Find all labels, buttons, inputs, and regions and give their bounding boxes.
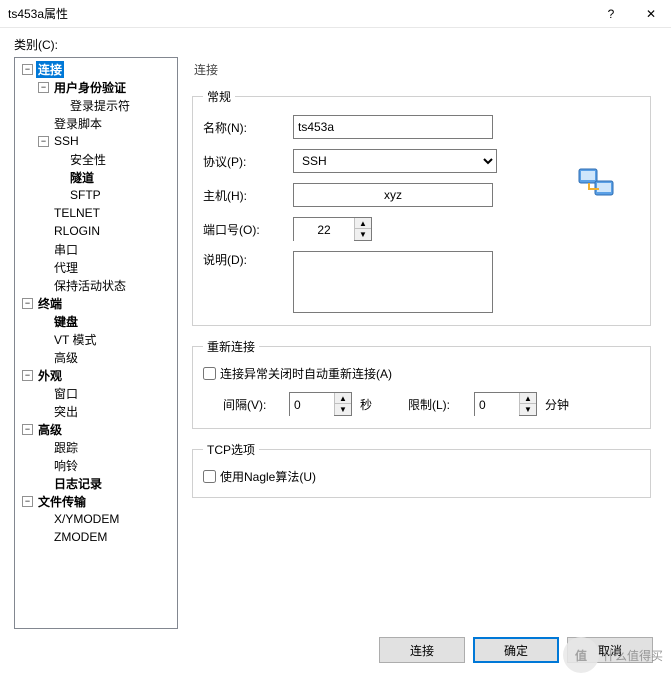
port-input[interactable] bbox=[294, 218, 354, 242]
limit-label: 限制(L): bbox=[408, 396, 466, 413]
host-label: 主机(H): bbox=[203, 187, 293, 204]
interval-spinner[interactable]: ▲▼ bbox=[289, 392, 352, 416]
desc-label: 说明(D): bbox=[203, 251, 293, 268]
tree-item-zmodem[interactable]: ZMODEM bbox=[52, 530, 109, 544]
cancel-button[interactable]: 取消 bbox=[567, 637, 653, 663]
name-label: 名称(N): bbox=[203, 119, 293, 136]
expander-icon[interactable]: − bbox=[38, 82, 49, 93]
tree-item-keyboard[interactable]: 键盘 bbox=[52, 313, 80, 330]
close-button[interactable]: ✕ bbox=[631, 0, 671, 28]
spin-up-icon[interactable]: ▲ bbox=[335, 393, 351, 404]
tree-item-highlight[interactable]: 突出 bbox=[52, 403, 80, 420]
limit-unit: 分钟 bbox=[545, 396, 569, 413]
spin-up-icon[interactable]: ▲ bbox=[520, 393, 536, 404]
tree-item-sftp[interactable]: SFTP bbox=[68, 188, 103, 202]
nagle-checkbox[interactable] bbox=[203, 470, 216, 483]
desc-textarea[interactable] bbox=[293, 251, 493, 313]
protocol-select[interactable]: SSH bbox=[293, 149, 497, 173]
ok-button[interactable]: 确定 bbox=[473, 637, 559, 663]
tree-item-trace[interactable]: 跟踪 bbox=[52, 439, 80, 456]
tree-item-appearance[interactable]: 外观 bbox=[36, 367, 64, 384]
tree-item-advanced-term[interactable]: 高级 bbox=[52, 349, 80, 366]
interval-unit: 秒 bbox=[360, 396, 372, 413]
tree-item-advanced[interactable]: 高级 bbox=[36, 421, 64, 438]
panel-title: 连接 bbox=[186, 57, 657, 88]
tree-item-window[interactable]: 窗口 bbox=[52, 385, 80, 402]
expander-icon[interactable]: − bbox=[22, 424, 33, 435]
general-legend: 常规 bbox=[203, 88, 235, 105]
expander-icon[interactable]: − bbox=[22, 298, 33, 309]
tree-item-rlogin[interactable]: RLOGIN bbox=[52, 224, 102, 238]
window-title: ts453a属性 bbox=[8, 5, 591, 22]
tree-item-userauth[interactable]: 用户身份验证 bbox=[52, 79, 128, 96]
tree-item-loginscript[interactable]: 登录脚本 bbox=[52, 115, 104, 132]
tree-item-keepalive[interactable]: 保持活动状态 bbox=[52, 277, 128, 294]
reconnect-group: 重新连接 连接异常关闭时自动重新连接(A) 间隔(V): ▲▼ 秒 限制(L): bbox=[192, 338, 651, 429]
network-icon bbox=[577, 167, 617, 206]
tree-item-loginprompt[interactable]: 登录提示符 bbox=[68, 97, 132, 114]
auto-reconnect-label: 连接异常关闭时自动重新连接(A) bbox=[220, 365, 392, 382]
spin-up-icon[interactable]: ▲ bbox=[355, 218, 371, 229]
expander-icon[interactable]: − bbox=[38, 136, 49, 147]
tree-item-ssh[interactable]: SSH bbox=[52, 134, 81, 148]
category-label: 类别(C): bbox=[14, 36, 657, 53]
expander-icon[interactable]: − bbox=[22, 496, 33, 507]
port-spinner[interactable]: ▲▼ bbox=[293, 217, 372, 241]
port-label: 端口号(O): bbox=[203, 221, 293, 238]
host-input[interactable] bbox=[293, 183, 493, 207]
tcp-legend: TCP选项 bbox=[203, 441, 259, 458]
interval-label: 间隔(V): bbox=[223, 396, 281, 413]
limit-spinner[interactable]: ▲▼ bbox=[474, 392, 537, 416]
tree-item-connection[interactable]: 连接 bbox=[36, 61, 64, 78]
tree-item-serial[interactable]: 串口 bbox=[52, 241, 80, 258]
help-button[interactable]: ? bbox=[591, 0, 631, 28]
spin-down-icon[interactable]: ▼ bbox=[355, 229, 371, 240]
tree-item-vtmode[interactable]: VT 模式 bbox=[52, 331, 98, 348]
expander-icon[interactable]: − bbox=[22, 370, 33, 381]
tree-item-terminal[interactable]: 终端 bbox=[36, 295, 64, 312]
protocol-label: 协议(P): bbox=[203, 153, 293, 170]
name-input[interactable] bbox=[293, 115, 493, 139]
reconnect-legend: 重新连接 bbox=[203, 338, 259, 355]
expander-icon[interactable]: − bbox=[22, 64, 33, 75]
tree-item-xymodem[interactable]: X/YMODEM bbox=[52, 512, 121, 526]
tree-item-telnet[interactable]: TELNET bbox=[52, 206, 102, 220]
spin-down-icon[interactable]: ▼ bbox=[335, 404, 351, 415]
tree-item-tunnel[interactable]: 隧道 bbox=[68, 169, 96, 186]
tree-item-logging[interactable]: 日志记录 bbox=[52, 475, 104, 492]
spin-down-icon[interactable]: ▼ bbox=[520, 404, 536, 415]
tcp-group: TCP选项 使用Nagle算法(U) bbox=[192, 441, 651, 498]
limit-input[interactable] bbox=[475, 393, 519, 417]
general-group: 常规 名称(N): 协议(P): SSH 主机(H): 端口号(O): bbox=[192, 88, 651, 326]
auto-reconnect-checkbox[interactable] bbox=[203, 367, 216, 380]
tree-item-security[interactable]: 安全性 bbox=[68, 151, 108, 168]
tree-item-bell[interactable]: 响铃 bbox=[52, 457, 80, 474]
connect-button[interactable]: 连接 bbox=[379, 637, 465, 663]
nagle-label: 使用Nagle算法(U) bbox=[220, 468, 316, 485]
interval-input[interactable] bbox=[290, 393, 334, 417]
tree-item-proxy[interactable]: 代理 bbox=[52, 259, 80, 276]
tree-item-filetransfer[interactable]: 文件传输 bbox=[36, 493, 88, 510]
category-tree[interactable]: −连接 −用户身份验证 登录提示符 登录脚本 −SSH 安全性 隧道 SFTP … bbox=[14, 57, 178, 629]
